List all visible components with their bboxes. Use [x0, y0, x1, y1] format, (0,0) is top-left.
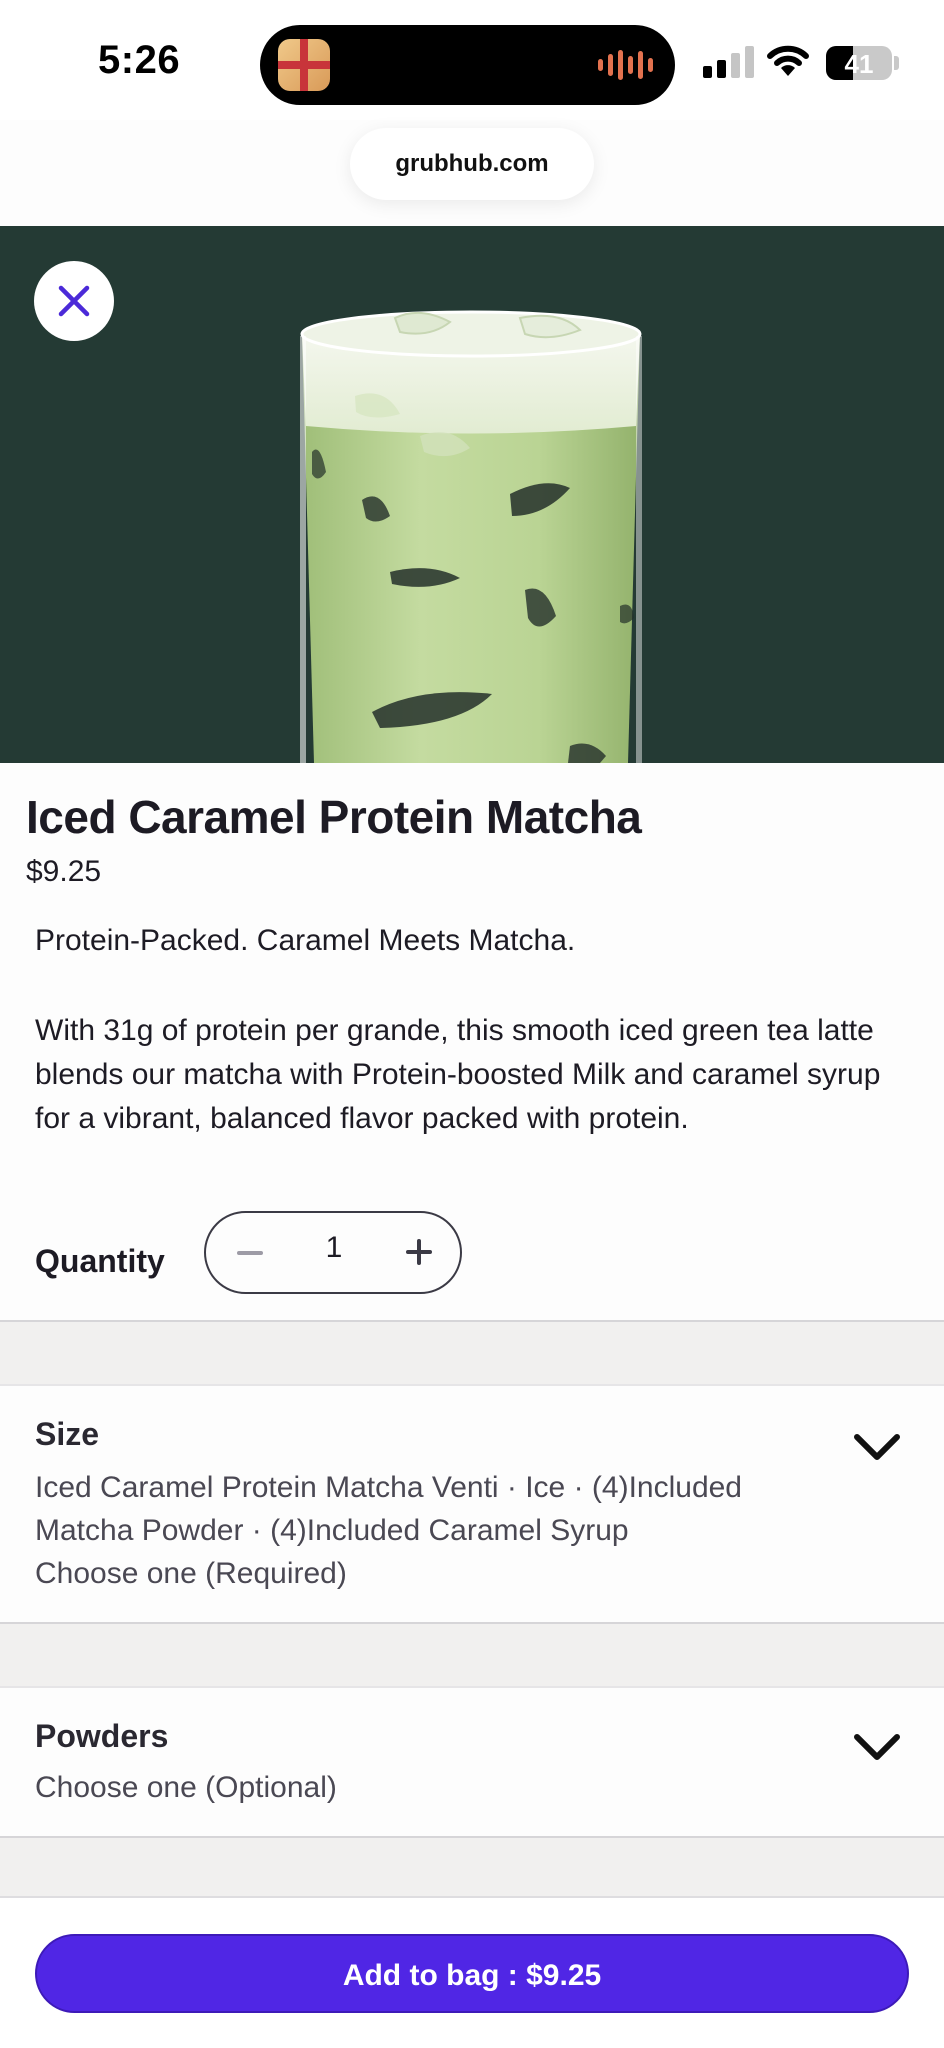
status-bar: 5:26 41 [0, 0, 944, 120]
cellular-signal-icon [703, 44, 754, 78]
gift-app-icon [278, 39, 330, 91]
close-icon [58, 285, 90, 317]
quantity-stepper: 1 [204, 1211, 462, 1294]
item-price: $9.25 [26, 855, 102, 888]
section-divider [0, 1836, 944, 1898]
size-section[interactable]: Size Iced Caramel Protein Matcha Venti ·… [0, 1386, 944, 1622]
battery-icon: 41 [826, 46, 892, 80]
add-to-bag-button[interactable]: Add to bag : $9.25 [35, 1934, 909, 2013]
chevron-down-icon[interactable] [852, 1432, 902, 1462]
section-divider [0, 1320, 944, 1386]
battery-percent: 41 [844, 49, 874, 79]
quantity-value: 1 [325, 1231, 343, 1264]
size-title: Size [35, 1416, 100, 1452]
powders-title: Powders [35, 1718, 169, 1754]
close-button[interactable] [34, 261, 114, 341]
url-bar[interactable]: grubhub.com [350, 128, 594, 200]
quantity-label: Quantity [35, 1243, 165, 1279]
quantity-increase-button[interactable] [398, 1231, 440, 1273]
quantity-decrease-button[interactable] [230, 1233, 270, 1273]
item-description: With 31g of protein per grande, this smo… [35, 1014, 881, 1135]
status-time: 5:26 [98, 38, 181, 82]
item-title: Iced Caramel Protein Matcha [26, 791, 642, 843]
wifi-icon [767, 45, 809, 76]
dynamic-island[interactable] [260, 25, 675, 105]
section-divider [0, 1622, 944, 1688]
item-tagline: Protein-Packed. Caramel Meets Matcha. [35, 924, 576, 957]
battery-nub [894, 56, 899, 70]
item-image [0, 226, 944, 763]
size-requirement: Choose one (Required) [35, 1557, 347, 1590]
powders-requirement: Choose one (Optional) [35, 1771, 337, 1804]
iced-matcha-drink-image [300, 310, 642, 763]
chevron-down-icon[interactable] [852, 1732, 902, 1762]
size-selection: Iced Caramel Protein Matcha Venti · Ice … [35, 1471, 742, 1547]
powders-section[interactable]: Powders Choose one (Optional) [0, 1688, 944, 1836]
audio-waveform-icon [598, 49, 653, 81]
